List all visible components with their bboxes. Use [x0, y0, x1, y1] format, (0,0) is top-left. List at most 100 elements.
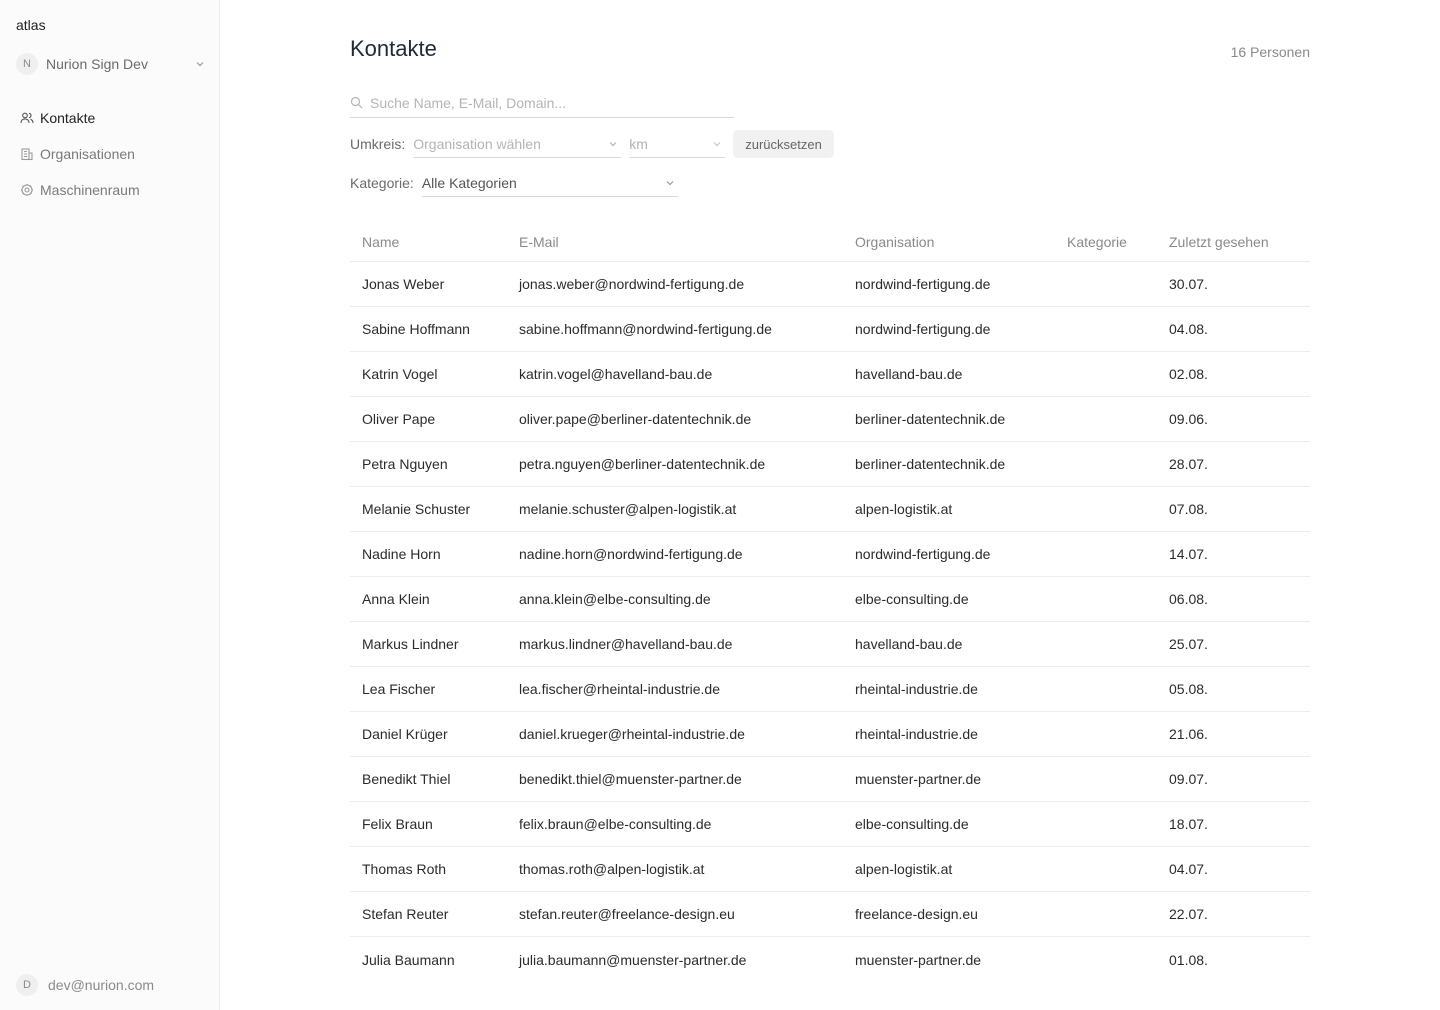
search-box: [350, 88, 734, 118]
cell-email: anna.klein@elbe-consulting.de: [519, 591, 711, 607]
table-row[interactable]: Julia Baumann julia.baumann@muenster-part…: [350, 937, 1310, 982]
cell-email: melanie.schuster@alpen-logistik.at: [519, 501, 737, 517]
cell-name: Benedikt Thiel: [362, 771, 451, 787]
cell-last-seen: 21.06.: [1169, 726, 1208, 742]
cell-name: Daniel Krüger: [362, 726, 448, 742]
sidebar-item-organisationen[interactable]: Organisationen: [20, 136, 210, 172]
cell-last-seen: 04.07.: [1169, 861, 1208, 877]
cell-name: Anna Klein: [362, 591, 430, 607]
organisation-select[interactable]: Organisation wählen: [413, 130, 622, 158]
users-icon: [20, 111, 34, 125]
sidebar-item-label: Maschinenraum: [40, 182, 140, 198]
cell-last-seen: 22.07.: [1169, 906, 1208, 922]
cell-organisation: berliner-datentechnik.de: [855, 411, 1006, 427]
cell-email: jonas.weber@nordwind-fertigung.de: [519, 276, 745, 292]
column-header-category[interactable]: Kategorie: [1067, 234, 1169, 250]
cell-name: Oliver Pape: [362, 411, 436, 427]
cell-email: sabine.hoffmann@nordwind-fertigung.de: [519, 321, 772, 337]
table-row[interactable]: Markus Lindner markus.lindner@havelland-b…: [350, 622, 1310, 667]
cell-last-seen: 18.07.: [1169, 816, 1208, 832]
table-row[interactable]: Felix Braun felix.braun@elbe-consulting.d…: [350, 802, 1310, 847]
cell-organisation: rheintal-industrie.de: [855, 681, 978, 697]
chevron-down-icon: [607, 138, 619, 150]
cell-name: Markus Lindner: [362, 636, 459, 652]
table-row[interactable]: Thomas Roth thomas.roth@alpen-logistik.at…: [350, 847, 1310, 892]
cell-email: stefan.reuter@freelance-design.eu: [519, 906, 735, 922]
cell-name: Melanie Schuster: [362, 501, 471, 517]
cell-last-seen: 05.08.: [1169, 681, 1208, 697]
cell-email: katrin.vogel@havelland-bau.de: [519, 366, 713, 382]
cell-organisation: freelance-design.eu: [855, 906, 978, 922]
cell-organisation: rheintal-industrie.de: [855, 726, 978, 742]
category-select-value: Alle Kategorien: [421, 174, 517, 191]
cell-last-seen: 28.07.: [1169, 456, 1208, 472]
cell-last-seen: 01.08.: [1169, 951, 1208, 968]
category-select[interactable]: Alle Kategorien: [421, 169, 678, 197]
km-select[interactable]: km: [629, 130, 726, 158]
column-header-organisation[interactable]: Organisation: [855, 234, 1067, 250]
cell-name: Thomas Roth: [362, 861, 447, 877]
cell-last-seen: 30.07.: [1169, 276, 1208, 292]
sidebar-item-maschinenraum[interactable]: Maschinenraum: [20, 172, 210, 208]
cell-last-seen: 07.08.: [1169, 501, 1208, 517]
user-email: dev@nurion.com: [48, 977, 155, 993]
sidebar: atlas N Nurion Sign Dev Kontakte Organis…: [0, 0, 220, 1010]
sidebar-item-label: Kontakte: [40, 110, 96, 126]
cell-organisation: elbe-consulting.de: [855, 816, 969, 832]
cell-last-seen: 14.07.: [1169, 546, 1208, 562]
column-header-name[interactable]: Name: [350, 234, 519, 250]
table-body: Jonas Weber jonas.weber@nordwind-fertigun…: [350, 262, 1310, 982]
cell-organisation: muenster-partner.de: [855, 951, 982, 968]
search-input[interactable]: [370, 94, 710, 111]
cell-organisation: alpen-logistik.at: [855, 861, 953, 877]
table-row[interactable]: Lea Fischer lea.fischer@rheintal-industri…: [350, 667, 1310, 712]
cell-email: thomas.roth@alpen-logistik.at: [519, 861, 705, 877]
sidebar-item-kontakte[interactable]: Kontakte: [20, 100, 210, 136]
cell-last-seen: 06.08.: [1169, 591, 1208, 607]
cell-organisation: alpen-logistik.at: [855, 501, 953, 517]
table-row[interactable]: Anna Klein anna.klein@elbe-consulting.de e…: [350, 577, 1310, 622]
radius-filter-row: Umkreis: Organisation wählen km zurückse…: [350, 130, 834, 158]
cell-name: Jonas Weber: [362, 276, 445, 292]
table-row[interactable]: Stefan Reuter stefan.reuter@freelance-des…: [350, 892, 1310, 937]
gear-icon: [20, 183, 34, 197]
column-header-email[interactable]: E-Mail: [519, 234, 855, 250]
cell-organisation: havelland-bau.de: [855, 366, 963, 382]
cell-last-seen: 09.06.: [1169, 411, 1208, 427]
table-row[interactable]: Oliver Pape oliver.pape@berliner-datentec…: [350, 397, 1310, 442]
org-name: Nurion Sign Dev: [46, 56, 148, 72]
search-icon: [350, 96, 364, 110]
cell-email: daniel.krueger@rheintal-industrie.de: [519, 726, 745, 742]
table-row[interactable]: Katrin Vogel katrin.vogel@havelland-bau.d…: [350, 352, 1310, 397]
cell-email: julia.baumann@muenster-partner.de: [519, 951, 747, 968]
cell-email: nadine.horn@nordwind-fertigung.de: [519, 546, 743, 562]
table-row[interactable]: Jonas Weber jonas.weber@nordwind-fertigun…: [350, 262, 1310, 307]
table-row[interactable]: Benedikt Thiel benedikt.thiel@muenster-pa…: [350, 757, 1310, 802]
table-row[interactable]: Petra Nguyen petra.nguyen@berliner-datent…: [350, 442, 1310, 487]
table-row[interactable]: Daniel Krüger daniel.krueger@rheintal-ind…: [350, 712, 1310, 757]
contacts-table: Name E-Mail Organisation Kategorie Zulet…: [350, 222, 1310, 982]
cell-name: Sabine Hoffmann: [362, 321, 470, 337]
chevron-down-icon: [194, 58, 206, 70]
cell-email: felix.braun@elbe-consulting.de: [519, 816, 712, 832]
user-avatar: D: [16, 974, 38, 996]
cell-email: markus.lindner@havelland-bau.de: [519, 636, 733, 652]
user-account[interactable]: D dev@nurion.com: [16, 974, 154, 996]
table-row[interactable]: Sabine Hoffmann sabine.hoffmann@nordwind-…: [350, 307, 1310, 352]
km-select-value: km: [629, 135, 648, 152]
cell-organisation: berliner-datentechnik.de: [855, 456, 1006, 472]
reset-button[interactable]: zurücksetzen: [733, 130, 834, 158]
org-switcher[interactable]: N Nurion Sign Dev: [16, 52, 206, 76]
column-header-last-seen[interactable]: Zuletzt gesehen: [1169, 234, 1310, 250]
org-avatar: N: [16, 53, 38, 75]
cell-name: Katrin Vogel: [362, 366, 438, 382]
cell-name: Felix Braun: [362, 816, 433, 832]
table-row[interactable]: Melanie Schuster melanie.schuster@alpen-l…: [350, 487, 1310, 532]
cell-last-seen: 02.08.: [1169, 366, 1208, 382]
cell-organisation: elbe-consulting.de: [855, 591, 969, 607]
table-row[interactable]: Nadine Horn nadine.horn@nordwind-fertigun…: [350, 532, 1310, 577]
cell-email: petra.nguyen@berliner-datentechnik.de: [519, 456, 766, 472]
contact-count: 16 Personen: [1230, 44, 1310, 60]
cell-last-seen: 25.07.: [1169, 636, 1208, 652]
cell-name: Stefan Reuter: [362, 906, 449, 922]
